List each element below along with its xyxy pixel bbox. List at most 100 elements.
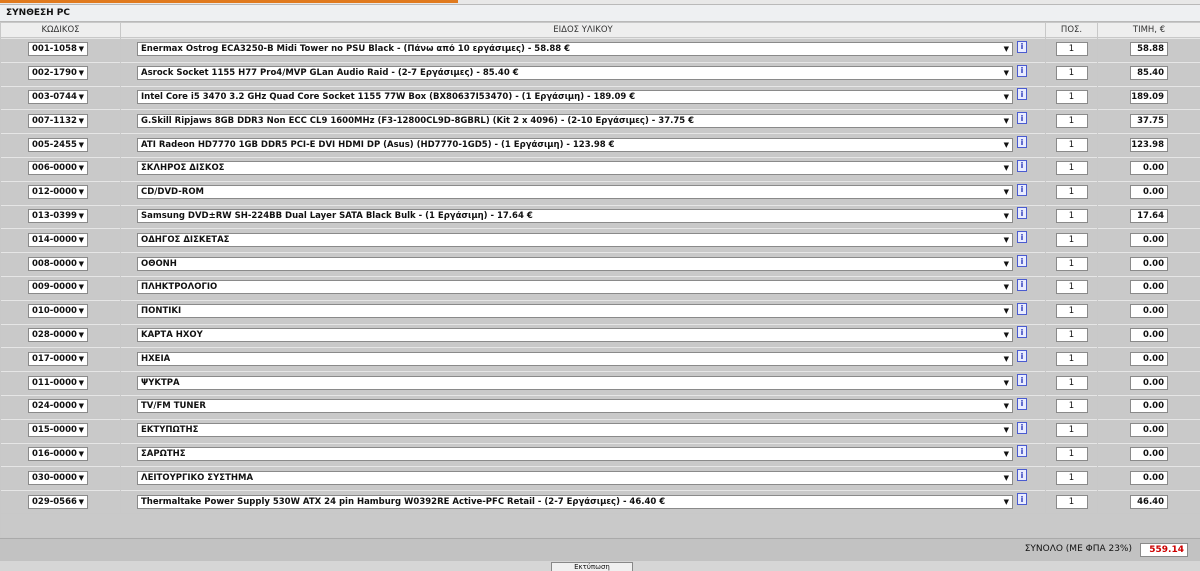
code-select[interactable]: 014-0000▼ xyxy=(28,233,88,247)
info-icon[interactable]: i xyxy=(1017,303,1027,315)
code-select[interactable]: 015-0000▼ xyxy=(28,423,88,437)
table-row: 013-0399▼ Samsung DVD±RW SH-224BB Dual La… xyxy=(1,204,1200,228)
info-icon[interactable]: i xyxy=(1017,65,1027,77)
item-select[interactable]: ΠΟΝΤΙΚΙ▼ xyxy=(137,304,1013,318)
code-select[interactable]: 008-0000▼ xyxy=(28,257,88,271)
info-icon[interactable]: i xyxy=(1017,398,1027,410)
item-select[interactable]: ΕΚΤΥΠΩΤΗΣ▼ xyxy=(137,423,1013,437)
code-select[interactable]: 030-0000▼ xyxy=(28,471,88,485)
info-icon[interactable]: i xyxy=(1017,422,1027,434)
code-select[interactable]: 016-0000▼ xyxy=(28,447,88,461)
code-select[interactable]: 010-0000▼ xyxy=(28,304,88,318)
total-value: 559.14 xyxy=(1140,543,1188,557)
pc-build-table: ΚΩΔΙΚΟΣ ΕΙΔΟΣ ΥΛΙΚΟΥ ΠΟΣ. ΤΙΜΗ, € 001-10… xyxy=(0,22,1200,538)
info-icon[interactable]: i xyxy=(1017,207,1027,219)
quantity-input[interactable]: 1 xyxy=(1056,90,1088,104)
code-value: 002-1790 xyxy=(32,68,77,78)
quantity-input[interactable]: 1 xyxy=(1056,233,1088,247)
table-row: 016-0000▼ΣΑΡΩΤΗΣ▼i10.00 xyxy=(1,442,1200,466)
info-icon[interactable]: i xyxy=(1017,374,1027,386)
item-select[interactable]: ATI Radeon HD7770 1GB DDR5 PCI-E DVI HDM… xyxy=(137,138,1013,152)
item-select[interactable]: ΛΕΙΤΟΥΡΓΙΚΟ ΣΥΣΤΗΜΑ▼ xyxy=(137,471,1013,485)
quantity-input[interactable]: 1 xyxy=(1056,138,1088,152)
code-select[interactable]: 024-0000▼ xyxy=(28,399,88,413)
item-select[interactable]: ΟΘΟΝΗ▼ xyxy=(137,257,1013,271)
item-select[interactable]: TV/FM TUNER▼ xyxy=(137,399,1013,413)
quantity-input[interactable]: 1 xyxy=(1056,495,1088,509)
item-select[interactable]: Thermaltake Power Supply 530W ATX 24 pin… xyxy=(137,495,1013,509)
table-row: 029-0566▼ Thermaltake Power Supply 530W A… xyxy=(1,490,1200,514)
quantity-input[interactable]: 1 xyxy=(1056,471,1088,485)
quantity-input[interactable]: 1 xyxy=(1056,352,1088,366)
code-select[interactable]: 007-1132▼ xyxy=(28,114,88,128)
info-icon[interactable]: i xyxy=(1017,184,1027,196)
info-icon[interactable]: i xyxy=(1017,279,1027,291)
quantity-input[interactable]: 1 xyxy=(1056,185,1088,199)
item-select[interactable]: ΗΧΕΙΑ▼ xyxy=(137,352,1013,366)
chevron-down-icon: ▼ xyxy=(79,69,84,77)
code-select[interactable]: 029-0566▼ xyxy=(28,495,88,509)
item-select[interactable]: ΣΚΛΗΡΟΣ ΔΙΣΚΟΣ▼ xyxy=(137,161,1013,175)
info-icon[interactable]: i xyxy=(1017,136,1027,148)
code-select[interactable]: 005-2455▼ xyxy=(28,138,88,152)
table-row: 015-0000▼ΕΚΤΥΠΩΤΗΣ▼i10.00 xyxy=(1,418,1200,442)
quantity-input[interactable]: 1 xyxy=(1056,399,1088,413)
code-select[interactable]: 003-0744▼ xyxy=(28,90,88,104)
chevron-down-icon: ▼ xyxy=(1004,498,1009,506)
quantity-input[interactable]: 1 xyxy=(1056,257,1088,271)
info-icon[interactable]: i xyxy=(1017,255,1027,267)
info-icon[interactable]: i xyxy=(1017,160,1027,172)
quantity-input[interactable]: 1 xyxy=(1056,447,1088,461)
item-select[interactable]: ΚΑΡΤΑ ΗΧΟΥ▼ xyxy=(137,328,1013,342)
item-select[interactable]: ΠΛΗΚΤΡΟΛΟΓΙΟ▼ xyxy=(137,280,1013,294)
quantity-input[interactable]: 1 xyxy=(1056,280,1088,294)
price-value: 189.09 xyxy=(1130,90,1168,104)
info-icon[interactable]: i xyxy=(1017,88,1027,100)
item-select[interactable]: ΨΥΚΤΡΑ▼ xyxy=(137,376,1013,390)
info-icon[interactable]: i xyxy=(1017,112,1027,124)
chevron-down-icon: ▼ xyxy=(1004,307,1009,315)
code-select[interactable]: 001-1058▼ xyxy=(28,42,88,56)
info-icon[interactable]: i xyxy=(1017,350,1027,362)
quantity-input[interactable]: 1 xyxy=(1056,161,1088,175)
quantity-input[interactable]: 1 xyxy=(1056,423,1088,437)
item-select[interactable]: G.Skill Ripjaws 8GB DDR3 Non ECC CL9 160… xyxy=(137,114,1013,128)
item-select[interactable]: ΟΔΗΓΟΣ ΔΙΣΚΕΤΑΣ▼ xyxy=(137,233,1013,247)
item-select[interactable]: Samsung DVD±RW SH-224BB Dual Layer SATA … xyxy=(137,209,1013,223)
quantity-input[interactable]: 1 xyxy=(1056,376,1088,390)
quantity-input[interactable]: 1 xyxy=(1056,209,1088,223)
item-select[interactable]: Enermax Ostrog ECA3250-B Midi Tower no P… xyxy=(137,42,1013,56)
code-select[interactable]: 013-0399▼ xyxy=(28,209,88,223)
quantity-input[interactable]: 1 xyxy=(1056,304,1088,318)
print-button[interactable]: Εκτύπωση xyxy=(551,562,633,571)
info-icon[interactable]: i xyxy=(1017,326,1027,338)
code-select[interactable]: 011-0000▼ xyxy=(28,376,88,390)
quantity-input[interactable]: 1 xyxy=(1056,66,1088,80)
info-icon[interactable]: i xyxy=(1017,445,1027,457)
column-header-price: ΤΙΜΗ, € xyxy=(1098,23,1200,38)
code-select[interactable]: 002-1790▼ xyxy=(28,66,88,80)
info-icon[interactable]: i xyxy=(1017,493,1027,505)
item-select[interactable]: Intel Core i5 3470 3.2 GHz Quad Core Soc… xyxy=(137,90,1013,104)
quantity-input[interactable]: 1 xyxy=(1056,114,1088,128)
code-select[interactable]: 009-0000▼ xyxy=(28,280,88,294)
code-value: 017-0000 xyxy=(32,354,77,364)
chevron-down-icon: ▼ xyxy=(1004,141,1009,149)
item-select[interactable]: Asrock Socket 1155 H77 Pro4/MVP GLan Aud… xyxy=(137,66,1013,80)
item-select[interactable]: CD/DVD-ROM▼ xyxy=(137,185,1013,199)
code-select[interactable]: 028-0000▼ xyxy=(28,328,88,342)
total-label: ΣΥΝΟΛΟ (ΜΕ ΦΠΑ 23%) xyxy=(1025,544,1132,554)
code-value: 015-0000 xyxy=(32,425,77,435)
code-select[interactable]: 017-0000▼ xyxy=(28,352,88,366)
price-value: 0.00 xyxy=(1130,233,1168,247)
info-icon[interactable]: i xyxy=(1017,41,1027,53)
code-select[interactable]: 012-0000▼ xyxy=(28,185,88,199)
code-value: 016-0000 xyxy=(32,449,77,459)
chevron-down-icon: ▼ xyxy=(1004,93,1009,101)
info-icon[interactable]: i xyxy=(1017,231,1027,243)
info-icon[interactable]: i xyxy=(1017,469,1027,481)
quantity-input[interactable]: 1 xyxy=(1056,328,1088,342)
quantity-input[interactable]: 1 xyxy=(1056,42,1088,56)
item-select[interactable]: ΣΑΡΩΤΗΣ▼ xyxy=(137,447,1013,461)
code-select[interactable]: 006-0000▼ xyxy=(28,161,88,175)
